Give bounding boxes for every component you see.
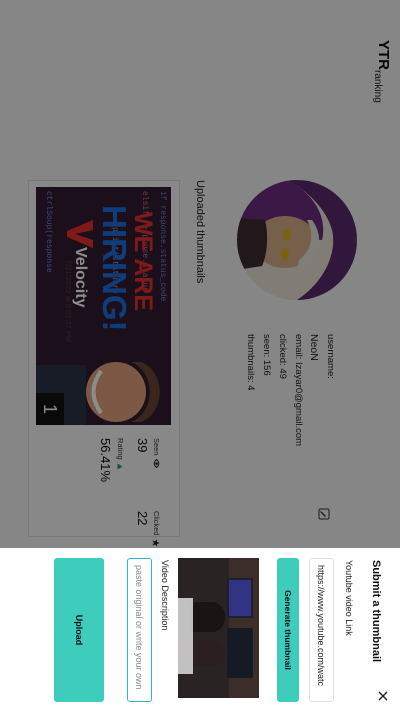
close-icon[interactable] (376, 689, 390, 703)
preview-image (178, 558, 259, 698)
youtube-link-label: Youtube video Link (344, 560, 354, 636)
generate-thumbnail-button[interactable]: Generate thumbnail (277, 558, 299, 702)
youtube-link-input[interactable]: https://www.youtube.com/watc (309, 558, 334, 702)
video-description-input[interactable]: paste original or write your own (127, 558, 152, 702)
submit-thumbnail-sheet: Submit a thumbnail Youtube video Link ht… (0, 548, 400, 711)
video-description-label: Video Description (160, 560, 170, 631)
thumbnail-preview (178, 558, 259, 698)
sheet-title: Submit a thumbnail (370, 560, 382, 663)
upload-button[interactable]: Upload (54, 558, 104, 702)
